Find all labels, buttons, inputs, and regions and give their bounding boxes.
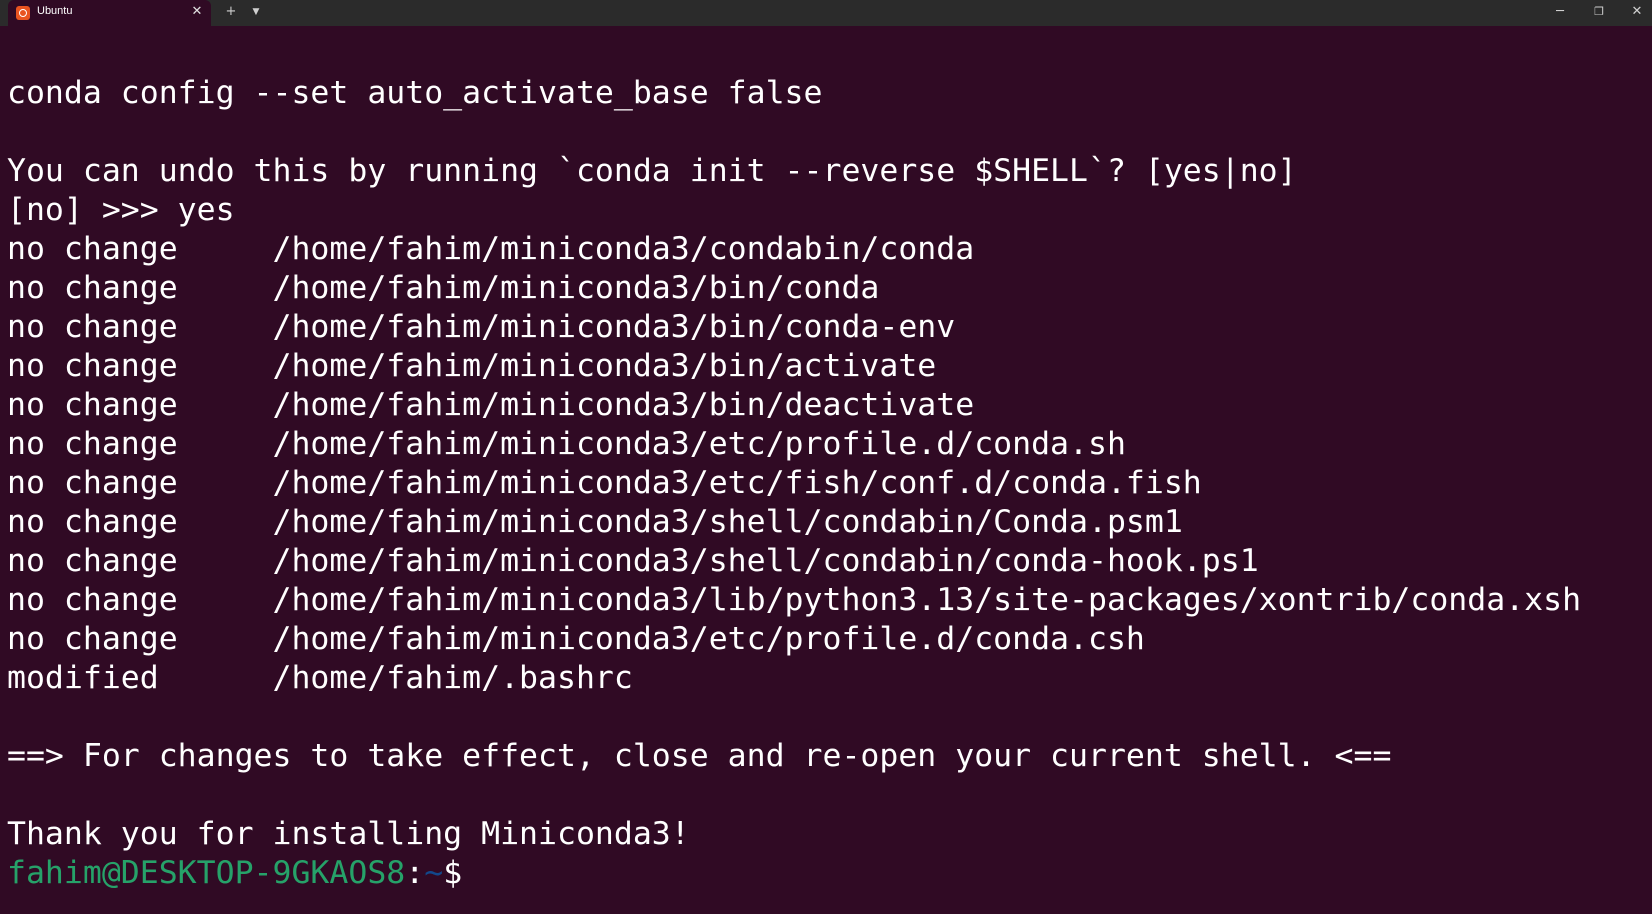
new-tab-button[interactable]: +: [222, 2, 240, 22]
tab-title: Ubuntu: [37, 5, 73, 17]
maximize-button[interactable]: ❐: [1589, 2, 1609, 22]
terminal-output[interactable]: conda config --set auto_activate_base fa…: [0, 26, 1652, 914]
terminal-line: ==> For changes to take effect, close an…: [7, 738, 1392, 774]
title-bar: Ubuntu ✕ + ▼ ─ ❐ ✕: [0, 0, 1652, 26]
terminal-line: no change /home/fahim/miniconda3/shell/c…: [7, 543, 1259, 579]
window-close-button[interactable]: ✕: [1627, 2, 1647, 22]
terminal-line: no change /home/fahim/miniconda3/shell/c…: [7, 504, 1183, 540]
terminal-line: You can undo this by running `conda init…: [7, 153, 1297, 189]
terminal-window: Ubuntu ✕ + ▼ ─ ❐ ✕ conda config --set au…: [0, 0, 1652, 914]
tab-ubuntu[interactable]: Ubuntu ✕: [8, 0, 211, 26]
terminal-line: conda config --set auto_activate_base fa…: [7, 75, 823, 111]
prompt-separator: :: [405, 855, 425, 891]
terminal-line: [no] >>> yes: [7, 192, 235, 228]
close-icon[interactable]: ✕: [189, 2, 205, 22]
prompt-user-host: fahim@DESKTOP-9GKAOS8: [7, 855, 406, 891]
terminal-line: no change /home/fahim/miniconda3/bin/con…: [7, 309, 956, 345]
terminal-line: Thank you for installing Miniconda3!: [7, 816, 690, 852]
minimize-button[interactable]: ─: [1550, 2, 1570, 22]
terminal-line: no change /home/fahim/miniconda3/etc/pro…: [7, 621, 1145, 657]
ubuntu-icon: [16, 6, 30, 20]
terminal-line: no change /home/fahim/miniconda3/bin/con…: [7, 270, 880, 306]
terminal-line: no change /home/fahim/miniconda3/bin/dea…: [7, 387, 975, 423]
prompt-symbol: $: [443, 855, 463, 891]
terminal-line: modified /home/fahim/.bashrc: [7, 660, 633, 696]
prompt-path: ~: [424, 855, 444, 891]
terminal-line: no change /home/fahim/miniconda3/etc/pro…: [7, 426, 1126, 462]
terminal-line: no change /home/fahim/miniconda3/condabi…: [7, 231, 975, 267]
chevron-down-icon[interactable]: ▼: [249, 2, 263, 22]
terminal-line: no change /home/fahim/miniconda3/bin/act…: [7, 348, 937, 384]
terminal-line: no change /home/fahim/miniconda3/etc/fis…: [7, 465, 1202, 501]
shell-prompt[interactable]: fahim@DESKTOP-9GKAOS8:~$: [7, 854, 462, 893]
terminal-line: no change /home/fahim/miniconda3/lib/pyt…: [7, 582, 1582, 618]
